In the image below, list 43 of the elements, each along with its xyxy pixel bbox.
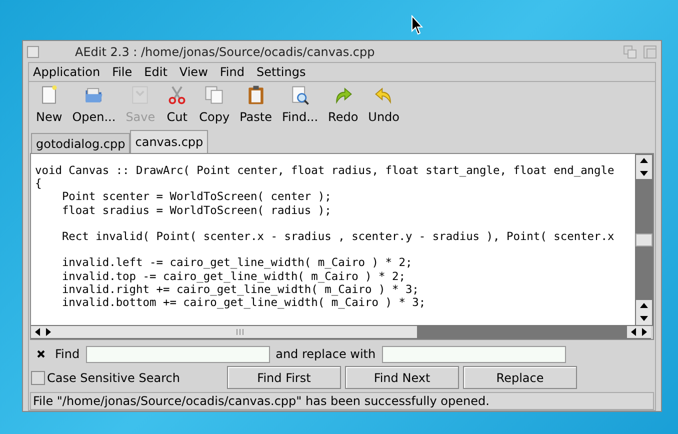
code-line: void Canvas :: DrawArc( Point center, float radius, float start_angle, float end_angle (35, 164, 616, 178)
find-label: Find (55, 346, 80, 363)
menu-item[interactable]: File (112, 63, 132, 81)
file-tab[interactable]: gotodialog.cpp (31, 133, 130, 153)
code-line: float sradius = WorldToScreen( radius ); (60, 204, 332, 217)
menu-item[interactable]: Settings (256, 63, 306, 81)
dialog-button[interactable]: Replace (463, 366, 577, 389)
toolbar-button[interactable]: Cut (160, 84, 194, 126)
code-line: invalid.left -= cairo_get_line_width( m_Cairo ) * 2; (60, 256, 414, 270)
find-field[interactable] (86, 346, 270, 362)
replace-label: and replace with (276, 346, 376, 363)
dialog-button[interactable]: Find First (227, 366, 341, 389)
checkbox[interactable] (31, 370, 45, 384)
code-line: { (35, 177, 43, 190)
toolbar-button[interactable]: Copy (194, 84, 235, 126)
window-title: AEdit 2.3 : /home/jonas/Source/ocadis/canvas.cpp (75, 44, 376, 60)
toolbar-button[interactable]: Open... (67, 84, 121, 126)
close-icon[interactable] (35, 348, 47, 360)
menu-item[interactable]: Find (220, 63, 244, 81)
toolbar-button[interactable]: Redo (323, 84, 364, 126)
code-line: Point scenter = WorldToScreen( center ); (60, 190, 332, 204)
menu-item[interactable]: Application (33, 63, 100, 81)
toolbar-button[interactable]: Find... (277, 84, 324, 126)
maximize-icon[interactable] (643, 44, 657, 58)
toolbar-button[interactable]: New (31, 84, 68, 126)
code-line: invalid.right += cairo_get_line_width( m_Cairo ) * 3; (60, 282, 420, 296)
window-menu-button[interactable] (27, 46, 39, 58)
menu-item[interactable]: View (179, 63, 208, 81)
menu-item[interactable]: Edit (144, 63, 168, 81)
status-bar: File "/home/jonas/Source/ocadis/canvas.cpp" has been successfully opened. (30, 392, 654, 410)
replace-field[interactable] (382, 346, 566, 362)
toolbar-button[interactable]: Paste (234, 84, 277, 126)
mouse-pointer-icon (411, 15, 423, 35)
code-line: Rect invalid( Point( scenter.x - sradius , scenter.y - sradius ), Point( scenter.x (60, 230, 616, 244)
checkbox-label: Case Sensitive Search (47, 370, 181, 386)
vertical-scrollbar[interactable] (635, 154, 653, 326)
code-line: invalid.bottom += cairo_get_line_width( m_Cairo ) * 3; (60, 296, 427, 310)
horizontal-scrollbar[interactable] (31, 325, 653, 339)
dialog-button[interactable]: Find Next (345, 366, 459, 389)
code-line: invalid.top -= cairo_get_line_width( m_Cairo ) * 2; (60, 270, 406, 283)
toolbar-button[interactable]: Undo (363, 84, 405, 126)
file-tab[interactable]: canvas.cpp (130, 130, 208, 153)
restore-icon[interactable] (623, 44, 637, 58)
